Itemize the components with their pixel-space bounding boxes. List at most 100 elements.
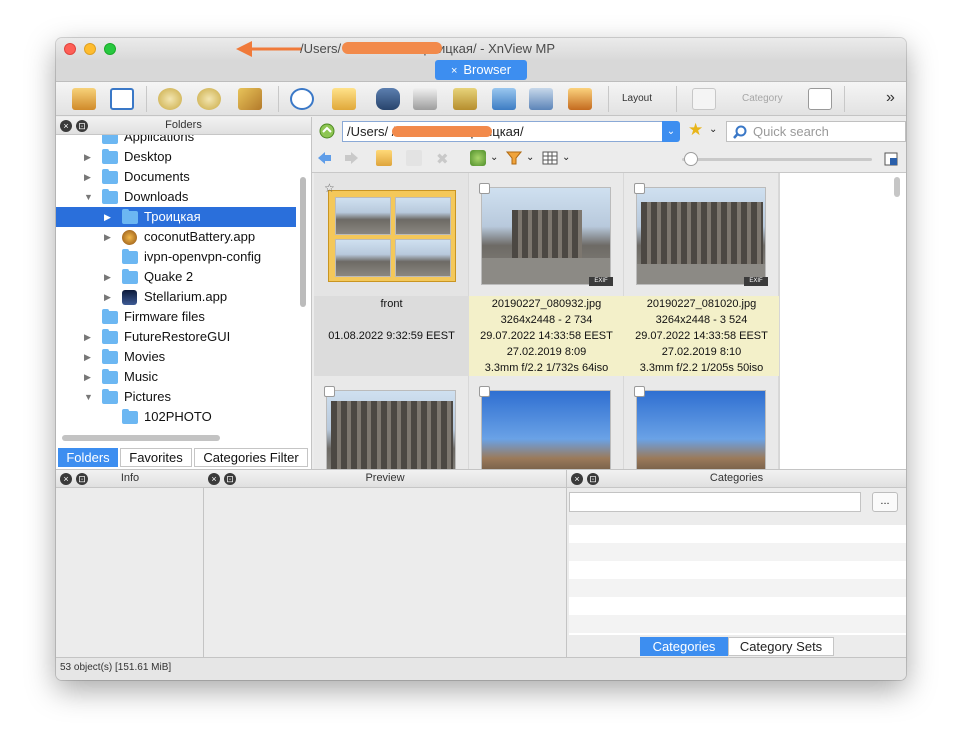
path-input[interactable]: /Users/ /Downloads/Троицкая/	[342, 121, 665, 142]
tab-folders[interactable]: Folders	[58, 448, 118, 467]
chevron-down-icon[interactable]: ⌄	[490, 152, 498, 163]
title-bar[interactable]: /Users/ /Downloads/Троицкая/ - XnView MP	[56, 38, 906, 60]
tree-item-movies[interactable]: ▶ Movies	[56, 347, 296, 367]
tree-view-icon[interactable]	[808, 88, 832, 110]
new-folder-icon[interactable]	[376, 150, 392, 166]
category-filter-input[interactable]	[569, 492, 861, 512]
disclosure-triangle-icon[interactable]: ▶	[84, 167, 91, 187]
tab-favorites[interactable]: Favorites	[120, 448, 192, 467]
tree-item-applications[interactable]: Applications	[56, 135, 296, 147]
disclosure-triangle-icon[interactable]: ▼	[84, 387, 93, 407]
favorite-star-icon[interactable]: ★	[688, 120, 703, 140]
tree-item-coconutbattery[interactable]: ▶ coconutBattery.app	[56, 227, 296, 247]
transform-icon[interactable]	[238, 88, 262, 110]
rename-icon[interactable]	[406, 150, 422, 166]
window-maximize-button[interactable]	[104, 43, 116, 55]
rotate-left-icon[interactable]	[158, 88, 182, 110]
select-checkbox[interactable]	[479, 183, 490, 194]
tree-item-music[interactable]: ▶ Music	[56, 367, 296, 387]
close-panel-icon[interactable]: ×	[60, 473, 72, 485]
binoculars-icon[interactable]	[376, 88, 400, 110]
back-arrow-icon[interactable]	[316, 150, 332, 166]
disclosure-triangle-icon[interactable]: ▶	[84, 327, 91, 347]
select-checkbox[interactable]	[324, 386, 335, 397]
rating-icon[interactable]	[692, 88, 716, 110]
info-icon[interactable]	[290, 88, 314, 110]
category-menu-button[interactable]: Category	[742, 93, 783, 104]
tab-categories[interactable]: Categories	[640, 637, 728, 656]
toolbar-overflow-icon[interactable]: »	[886, 89, 895, 107]
tab-close-icon[interactable]: ×	[451, 65, 457, 77]
float-panel-icon[interactable]: ⊡	[76, 473, 88, 485]
chevron-down-icon[interactable]: ⌄	[562, 152, 570, 163]
go-up-icon[interactable]	[318, 123, 336, 139]
disclosure-triangle-icon[interactable]: ▶	[84, 347, 91, 367]
tree-item-downloads[interactable]: ▼ Downloads	[56, 187, 296, 207]
tree-item-firmware[interactable]: Firmware files	[56, 307, 296, 327]
disclosure-triangle-icon[interactable]: ▶	[84, 147, 91, 167]
float-panel-icon[interactable]: ⊡	[76, 120, 88, 132]
close-panel-icon[interactable]: ×	[60, 120, 72, 132]
chevron-down-icon[interactable]: ⌄	[709, 124, 717, 135]
slider-knob[interactable]	[684, 152, 698, 166]
disclosure-triangle-icon[interactable]: ▶	[104, 227, 111, 247]
disclosure-triangle-icon[interactable]: ▼	[84, 187, 93, 207]
capture-icon[interactable]	[529, 88, 553, 110]
fullscreen-toggle-icon[interactable]	[884, 152, 898, 166]
window-minimize-button[interactable]	[84, 43, 96, 55]
exif-badge: EXIF	[744, 277, 768, 286]
chevron-down-icon[interactable]: ⌄	[526, 152, 534, 163]
view-mode-icon[interactable]	[542, 150, 558, 166]
select-checkbox[interactable]	[634, 183, 645, 194]
select-checkbox[interactable]	[634, 386, 645, 397]
rotate-right-icon[interactable]	[197, 88, 221, 110]
tab-categories-filter[interactable]: Categories Filter	[194, 448, 308, 467]
slideshow-icon[interactable]	[492, 88, 516, 110]
category-list[interactable]	[569, 525, 906, 635]
layout-menu-button[interactable]: Layout	[622, 93, 652, 104]
sort-icon[interactable]	[470, 150, 486, 166]
folder-tree-scrollbar[interactable]	[300, 177, 306, 307]
delete-icon[interactable]: ✖	[436, 150, 452, 168]
category-more-button[interactable]: ...	[872, 492, 898, 512]
close-panel-icon[interactable]: ×	[571, 473, 583, 485]
tree-item-pictures[interactable]: ▼ Pictures	[56, 387, 296, 407]
disclosure-triangle-icon[interactable]: ▶	[84, 367, 91, 387]
set-wallpaper-icon[interactable]	[568, 88, 592, 110]
path-dropdown-button[interactable]: ⌄	[662, 121, 680, 142]
select-checkbox[interactable]	[479, 386, 490, 397]
folder-tree-hscrollbar[interactable]	[62, 435, 220, 441]
disclosure-triangle-icon[interactable]: ▶	[104, 207, 111, 227]
tree-item-ivpn[interactable]: ivpn-openvpn-config	[56, 247, 296, 267]
categories-panel-header: × ⊡ Categories	[567, 470, 906, 488]
tree-item-desktop[interactable]: ▶ Desktop	[56, 147, 296, 167]
tree-item-documents[interactable]: ▶ Documents	[56, 167, 296, 187]
tree-item-troitskaya[interactable]: ▶ Троицкая	[56, 207, 296, 227]
tree-item-futurerestoregui[interactable]: ▶ FutureRestoreGUI	[56, 327, 296, 347]
star-rating-icon[interactable]: ☆	[324, 181, 335, 195]
float-panel-icon[interactable]: ⊡	[587, 473, 599, 485]
float-panel-icon[interactable]: ⊡	[224, 473, 236, 485]
open-with-icon[interactable]	[332, 88, 356, 110]
tree-item-stellarium[interactable]: ▶ Stellarium.app	[56, 287, 296, 307]
fit-image-icon[interactable]	[110, 88, 134, 110]
disclosure-triangle-icon[interactable]: ▶	[104, 287, 111, 307]
photo-ruins	[636, 187, 766, 285]
quick-search-input[interactable]: Quick search	[726, 121, 906, 142]
thumbnail-grid-scrollbar[interactable]	[894, 177, 900, 197]
fullscreen-icon[interactable]	[72, 88, 96, 110]
tab-browser[interactable]: × Browser	[435, 60, 527, 80]
close-panel-icon[interactable]: ×	[208, 473, 220, 485]
info-panel: × ⊡ Info	[56, 470, 204, 658]
batch-convert-icon[interactable]	[453, 88, 477, 110]
tab-bar: × Browser	[56, 60, 906, 82]
filter-icon[interactable]	[506, 150, 522, 166]
tree-item-quake2[interactable]: ▶ Quake 2	[56, 267, 296, 287]
print-icon[interactable]	[413, 88, 437, 110]
thumbnail-size-slider[interactable]	[682, 158, 872, 161]
forward-arrow-icon[interactable]	[344, 150, 360, 166]
window-close-button[interactable]	[64, 43, 76, 55]
disclosure-triangle-icon[interactable]: ▶	[104, 267, 111, 287]
tab-category-sets[interactable]: Category Sets	[728, 637, 834, 656]
tree-item-102photo[interactable]: 102PHOTO	[56, 407, 296, 427]
